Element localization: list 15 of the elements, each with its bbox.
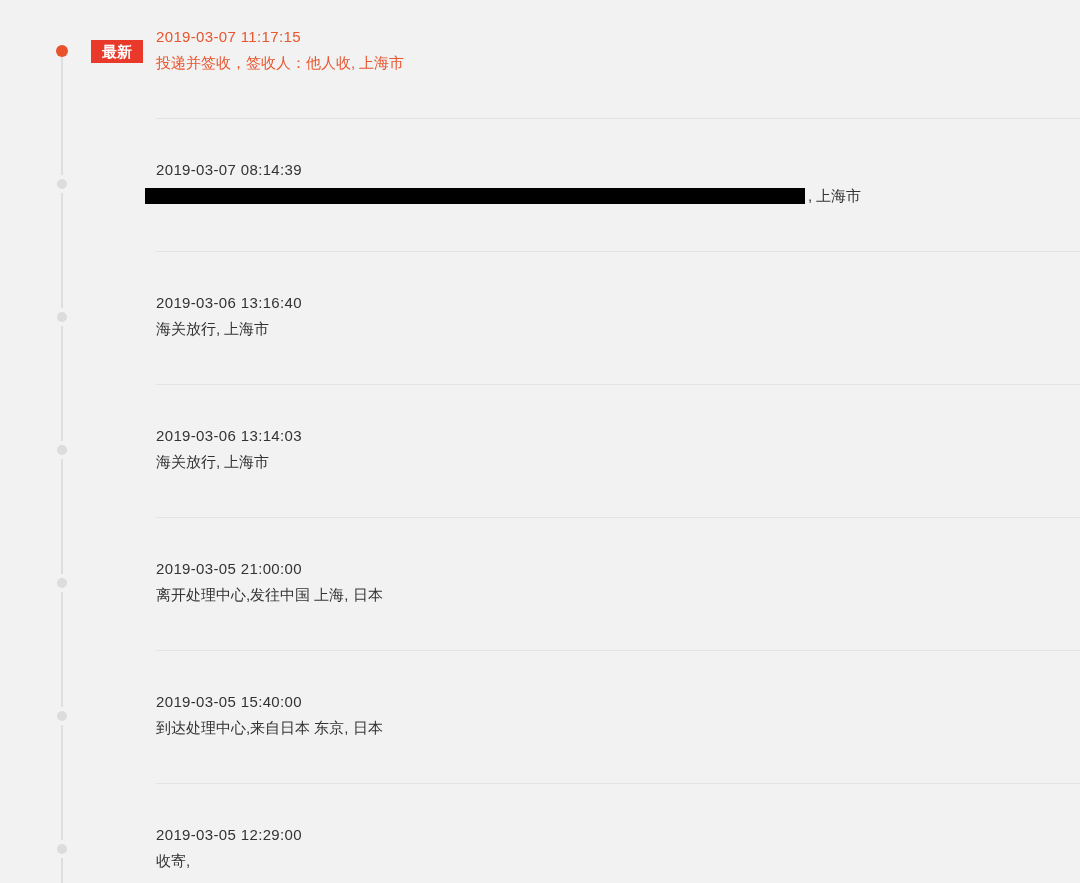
event-time: 2019-03-05 15:40:00: [156, 692, 302, 712]
event-time: 2019-03-05 21:00:00: [156, 559, 302, 579]
event-time: 2019-03-06 13:16:40: [156, 293, 302, 313]
event-description: 收寄,: [156, 851, 191, 871]
event-time: 2019-03-05 12:29:00: [156, 825, 302, 845]
event-description: 离开处理中心,发往中国 上海, 日本: [156, 585, 383, 605]
event-description: 海关放行, 上海市: [156, 452, 270, 472]
event-time: 2019-03-07 08:14:39: [156, 160, 302, 180]
event-time: 2019-03-06 13:14:03: [156, 426, 302, 446]
event-description: 海关放行, 上海市: [156, 319, 270, 339]
event-time: 2019-03-07 11:17:15: [156, 27, 301, 47]
event-description: 到达处理中心,来自日本 东京, 日本: [156, 718, 383, 738]
event-description: , 上海市: [808, 186, 862, 206]
latest-badge: 最新: [91, 40, 143, 63]
event-description: 投递并签收，签收人：他人收, 上海市: [156, 53, 405, 73]
